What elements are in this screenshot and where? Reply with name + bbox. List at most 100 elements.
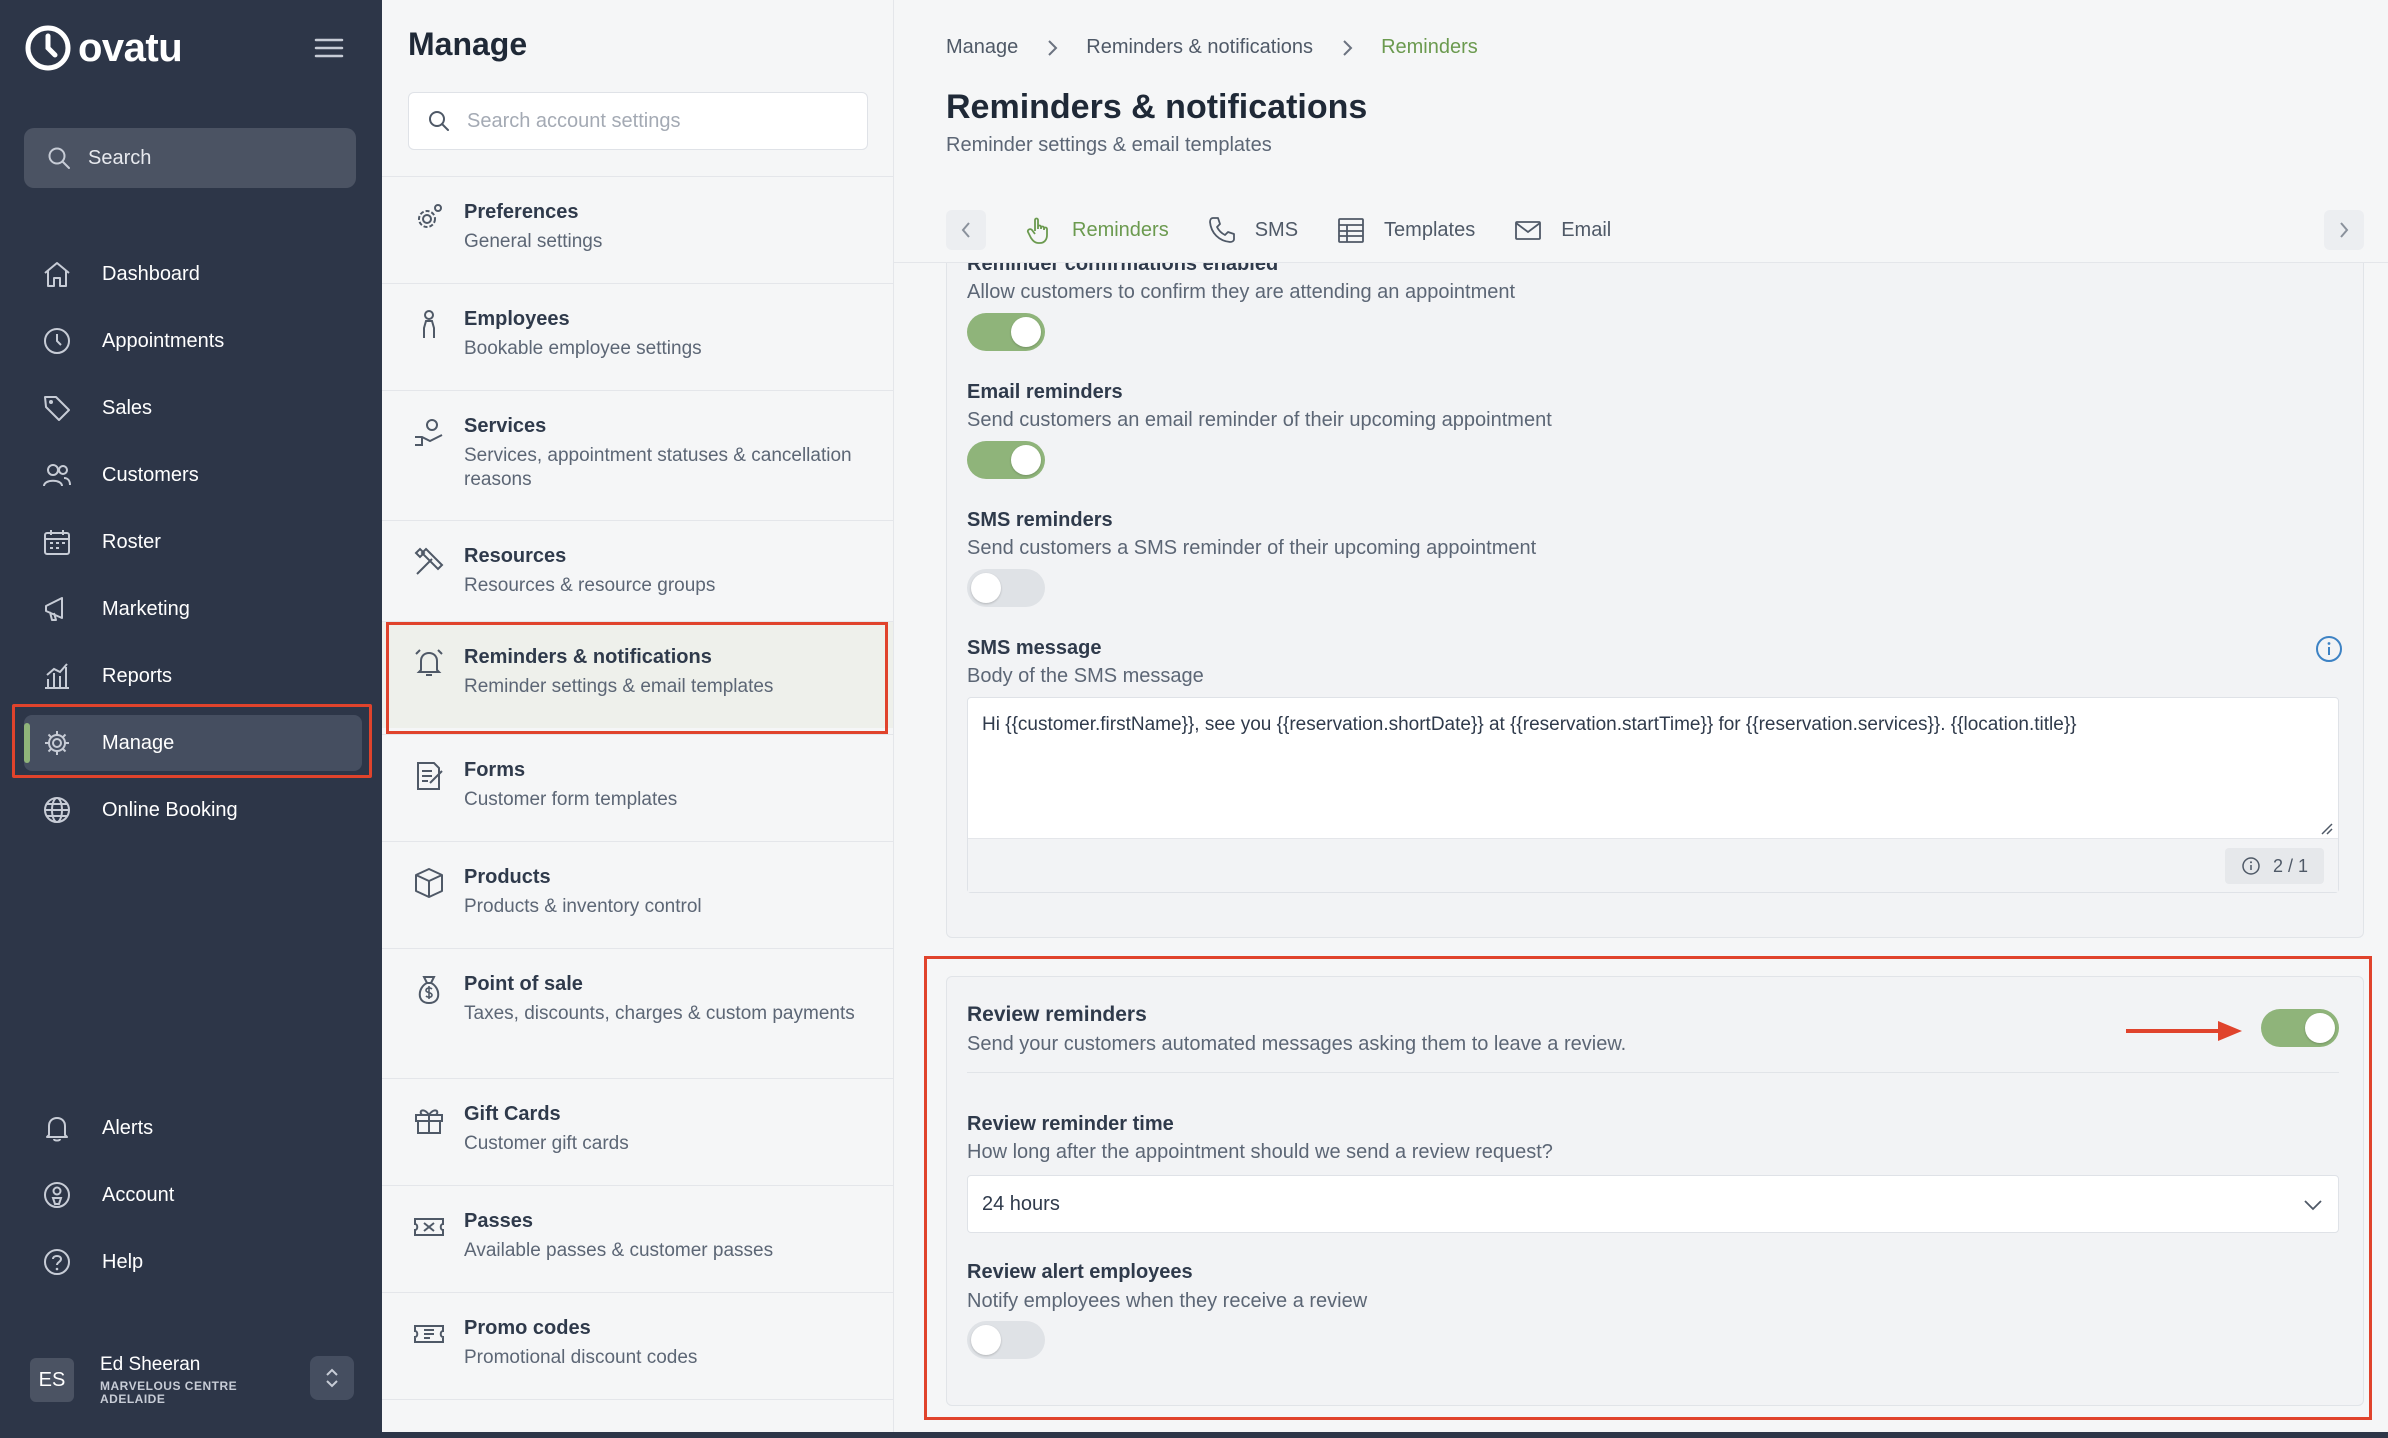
settings-item-subtitle: Resources & resource groups xyxy=(464,575,716,596)
nav-item-reports[interactable]: Reports xyxy=(24,648,364,704)
chevron-left-icon xyxy=(961,222,970,238)
settings-search-input[interactable] xyxy=(467,109,847,133)
tab-email[interactable]: Email xyxy=(1513,215,1611,245)
settings-item-forms[interactable]: Forms Customer form templates xyxy=(382,734,893,841)
settings-item-title: Passes xyxy=(464,1210,533,1232)
settings-item-title: Resources xyxy=(464,545,567,567)
globe-icon xyxy=(44,797,70,823)
breadcrumb-reminders: Reminders xyxy=(1381,36,1478,58)
email-reminders-help: Send customers an email reminder of thei… xyxy=(967,409,1552,431)
confirmations-toggle[interactable] xyxy=(967,313,1045,351)
nav-item-roster[interactable]: Roster xyxy=(24,514,364,570)
settings-item-subtitle: Promotional discount codes xyxy=(464,1347,698,1368)
annotation-arrow-icon xyxy=(2126,1021,2242,1041)
account-icon xyxy=(44,1182,70,1208)
email-reminders-toggle[interactable] xyxy=(967,441,1045,479)
tab-reminders[interactable]: Reminders xyxy=(1024,215,1169,245)
bell-icon xyxy=(46,1117,68,1142)
nav-item-label: Roster xyxy=(102,530,161,553)
tabs-divider xyxy=(894,262,2388,263)
breadcrumb-manage[interactable]: Manage xyxy=(946,36,1018,59)
box-icon xyxy=(415,868,443,898)
settings-item-products[interactable]: Products Products & inventory control xyxy=(382,841,893,948)
gear-icon xyxy=(418,204,442,228)
email-reminders-label: Email reminders xyxy=(967,381,1123,403)
tab-scroll-right-button[interactable] xyxy=(2324,210,2364,250)
confirmations-help: Allow customers to confirm they are atte… xyxy=(967,281,1516,303)
settings-item-promo-codes[interactable]: Promo codes Promotional discount codes xyxy=(382,1292,893,1399)
sms-message-label: SMS message xyxy=(967,637,1102,659)
settings-item-title: Employees xyxy=(464,308,570,330)
breadcrumb: Manage Reminders & notifications Reminde… xyxy=(946,36,1478,59)
settings-item-services[interactable]: Services Services, appointment statuses &… xyxy=(382,390,893,520)
page-subtitle: Reminder settings & email templates xyxy=(946,134,1272,156)
nav-item-label: Help xyxy=(102,1250,144,1273)
sms-reminders-help: Send customers a SMS reminder of their u… xyxy=(967,537,1537,559)
user-location: MARVELOUS CENTRE ADELAIDE xyxy=(100,1379,238,1406)
settings-item-passes[interactable]: Passes Available passes & customer passes xyxy=(382,1185,893,1292)
sms-counter-text: 2 / 1 xyxy=(2272,855,2308,876)
tab-scroll-left-button[interactable] xyxy=(946,210,986,250)
logo-text: ovatu xyxy=(78,25,183,70)
nav-item-help[interactable]: Help xyxy=(24,1234,364,1290)
nav-item-account[interactable]: Account xyxy=(24,1167,364,1223)
nav-item-sales[interactable]: Sales xyxy=(24,380,364,436)
reminders-settings-card: Reminder confirmations enabled Allow cus… xyxy=(946,263,2364,938)
info-icon[interactable] xyxy=(2315,635,2343,663)
calendar-icon xyxy=(44,530,70,555)
settings-item-gift-cards[interactable]: Gift Cards Customer gift cards xyxy=(382,1078,893,1185)
nav-item-customers[interactable]: Customers xyxy=(24,447,364,503)
nav-item-marketing[interactable]: Marketing xyxy=(24,581,364,637)
info-circle-icon xyxy=(2242,857,2260,875)
settings-item-subtitle: Products & inventory control xyxy=(464,896,702,917)
tab-label: Templates xyxy=(1384,218,1476,241)
breadcrumb-reminders-notifications[interactable]: Reminders & notifications xyxy=(1086,36,1313,59)
tag-icon xyxy=(44,396,70,421)
settings-item-partial xyxy=(382,1399,893,1432)
ovatu-logo[interactable]: ovatu xyxy=(24,24,183,72)
location-switcher-button[interactable] xyxy=(310,1356,354,1400)
settings-item-title: Forms xyxy=(464,759,526,781)
sms-counter-badge: 2 / 1 xyxy=(2224,848,2324,884)
settings-item-title: Promo codes xyxy=(464,1317,591,1339)
tab-templates[interactable]: Templates xyxy=(1336,215,1475,245)
resize-handle-icon[interactable] xyxy=(2320,822,2334,836)
settings-item-subtitle: Available passes & customer passes xyxy=(464,1240,774,1261)
nav-item-appointments[interactable]: Appointments xyxy=(24,313,364,369)
money-bag-icon xyxy=(418,976,440,1005)
avatar: ES xyxy=(30,1358,74,1402)
annotation-highlight-reminders xyxy=(386,622,888,734)
settings-title: Manage xyxy=(408,26,528,62)
settings-item-resources[interactable]: Resources Resources & resource groups xyxy=(382,520,893,621)
sms-message-textarea[interactable]: Hi {{customer.firstName}}, see you {{res… xyxy=(967,697,2339,893)
settings-item-employees[interactable]: Employees Bookable employee settings xyxy=(382,283,893,390)
settings-item-subtitle: Services, appointment statuses & cancell… xyxy=(464,445,852,490)
settings-item-preferences[interactable]: Preferences General settings xyxy=(382,176,893,283)
nav-item-online-booking[interactable]: Online Booking xyxy=(24,782,364,838)
nav-item-label: Online Booking xyxy=(102,798,238,821)
settings-item-point-of-sale[interactable]: Point of sale Taxes, discounts, charges &… xyxy=(382,948,893,1078)
clock-logo-icon xyxy=(25,25,71,71)
phone-icon xyxy=(1208,217,1235,243)
tab-label: Email xyxy=(1561,218,1612,241)
nav-item-alerts[interactable]: Alerts xyxy=(24,1100,364,1156)
template-icon xyxy=(1338,218,1364,243)
chart-icon xyxy=(45,663,69,689)
service-hand-icon xyxy=(415,419,443,446)
nav-search-button[interactable]: Search xyxy=(24,128,356,188)
nav-item-dashboard[interactable]: Dashboard xyxy=(24,246,364,302)
sms-reminders-label: SMS reminders xyxy=(967,509,1113,531)
nav-item-label: Account xyxy=(102,1183,175,1206)
tab-sms[interactable]: SMS xyxy=(1207,215,1298,245)
sms-reminders-toggle[interactable] xyxy=(967,569,1045,607)
ticket-icon xyxy=(414,1218,444,1236)
settings-item-title: Services xyxy=(464,415,547,437)
hamburger-menu-icon[interactable] xyxy=(312,36,346,60)
chevron-up-down-icon xyxy=(326,1368,338,1388)
nav-item-label: Dashboard xyxy=(102,262,200,285)
settings-item-subtitle: Customer form templates xyxy=(464,789,678,810)
nav-item-label: Reports xyxy=(102,664,173,687)
nav-item-label: Marketing xyxy=(102,597,190,620)
user-profile[interactable]: ES Ed Sheeran MARVELOUS CENTRE ADELAIDE xyxy=(30,1354,280,1406)
nav-search-label: Search xyxy=(88,146,152,169)
